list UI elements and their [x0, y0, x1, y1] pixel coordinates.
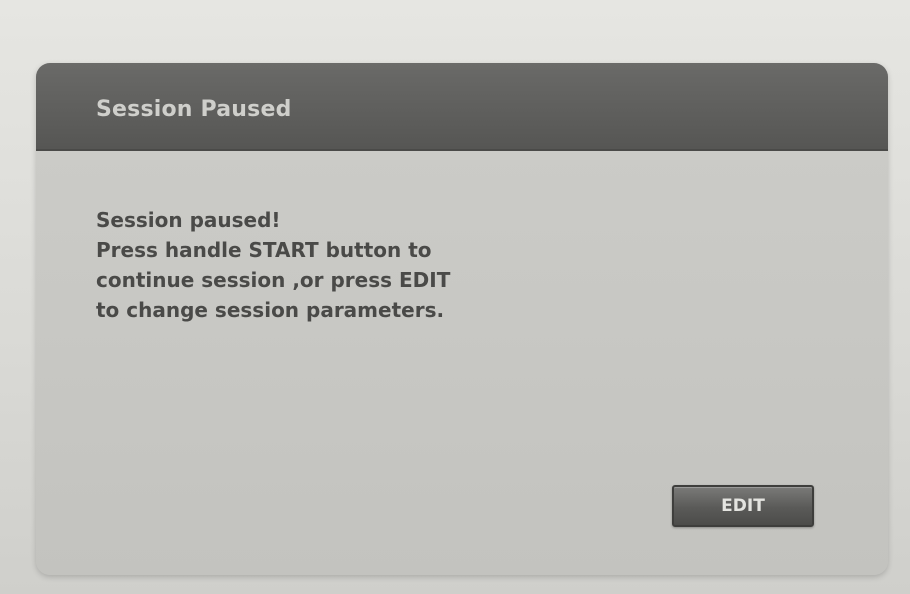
message-line: Session paused!	[96, 208, 281, 232]
message-line: Press handle START button to	[96, 238, 432, 262]
message-line: to change session parameters.	[96, 298, 445, 322]
message-line: continue session ,or press EDIT	[96, 268, 451, 292]
edit-button[interactable]: EDIT	[672, 485, 814, 527]
session-paused-dialog: Session Paused Session paused! Press han…	[36, 63, 888, 575]
dialog-title: Session Paused	[96, 97, 292, 122]
dialog-message: Session paused! Press handle START butto…	[96, 205, 556, 325]
screen: Session Paused Session paused! Press han…	[0, 0, 910, 594]
dialog-header: Session Paused	[36, 63, 888, 151]
